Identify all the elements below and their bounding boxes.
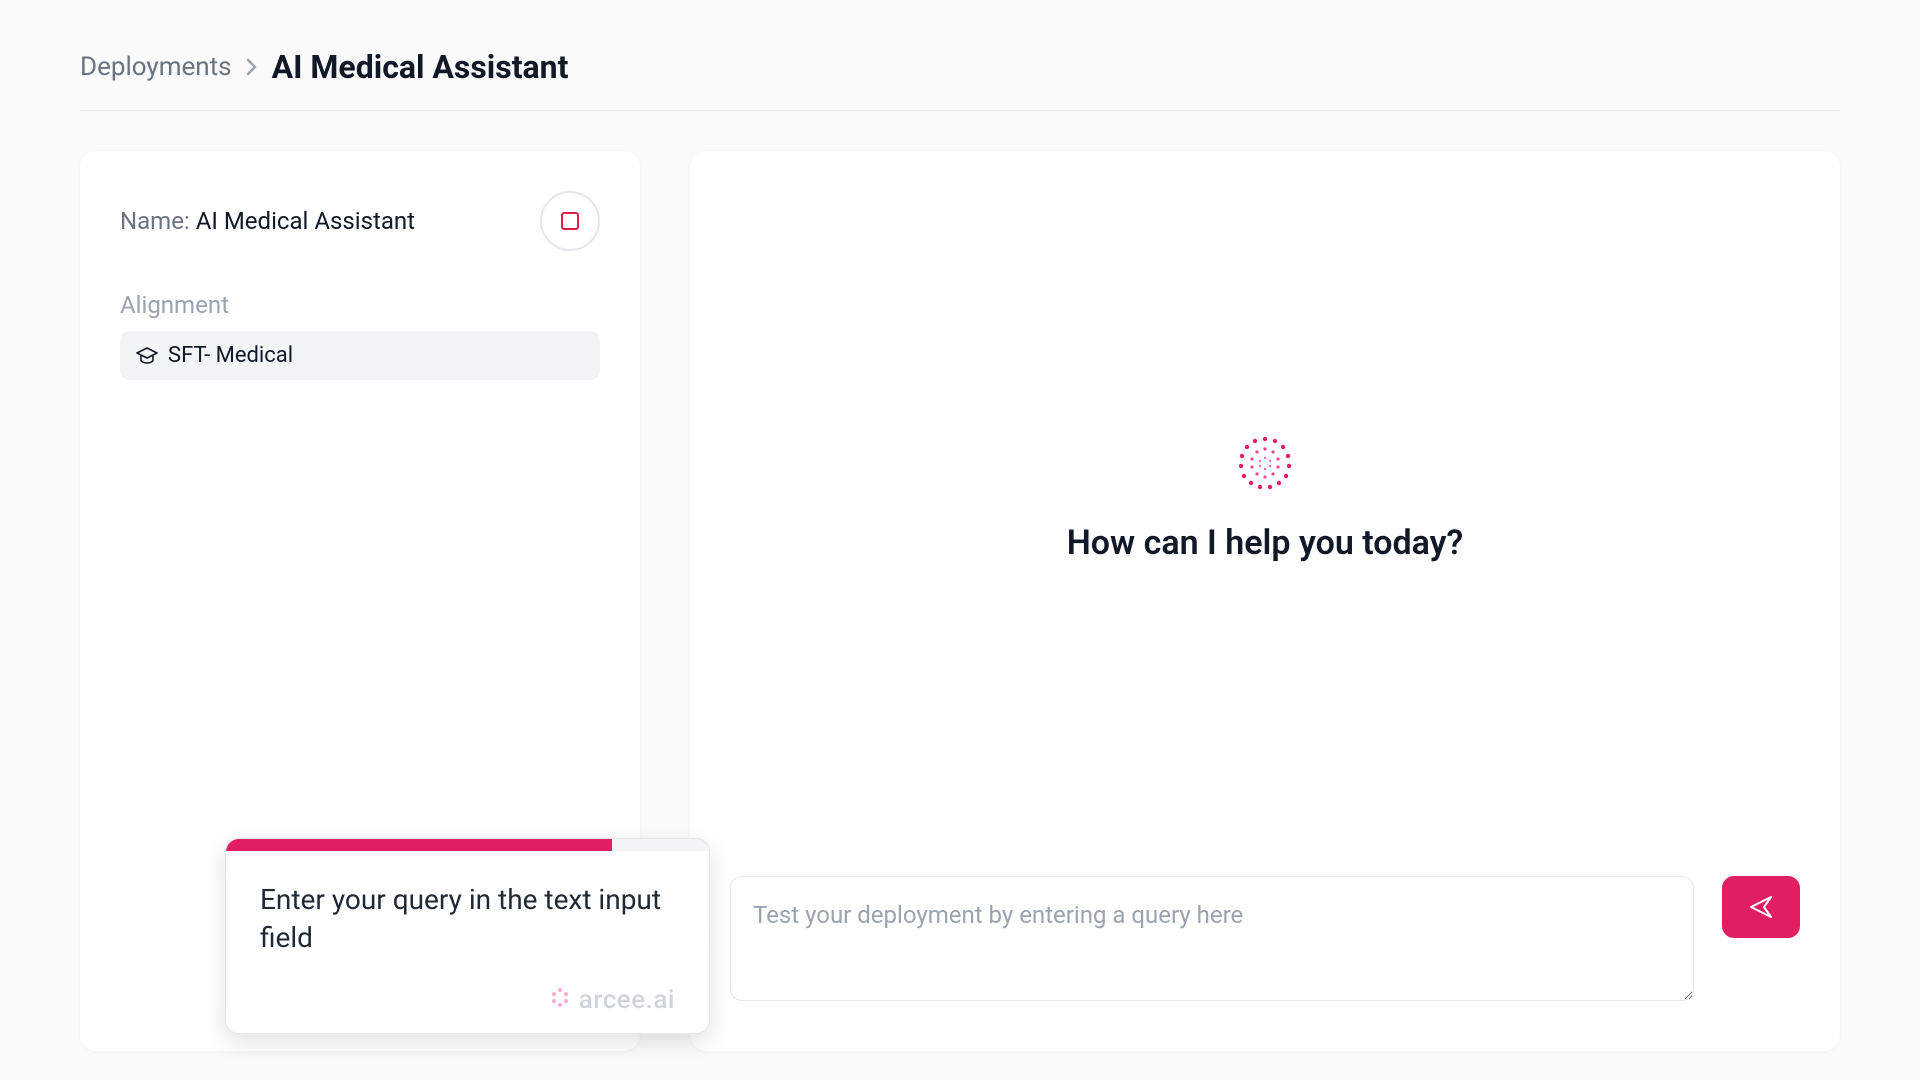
- chat-panel: How can I help you today?: [690, 151, 1840, 1051]
- chevron-right-icon: [246, 58, 258, 76]
- assistant-logo-icon: [1233, 431, 1297, 495]
- stop-icon: [561, 212, 579, 230]
- tooltip-arrow-icon: [707, 922, 710, 950]
- deployment-name-value: AI Medical Assistant: [196, 207, 415, 235]
- onboarding-tooltip: Enter your query in the text input field…: [225, 838, 710, 1034]
- stop-button[interactable]: [540, 191, 600, 251]
- tooltip-progress-fill: [226, 839, 612, 851]
- tooltip-message: Enter your query in the text input field: [260, 881, 675, 957]
- send-button[interactable]: [1722, 876, 1800, 938]
- brand-logo-icon: [549, 986, 571, 1013]
- tooltip-brand-text: arcee.ai: [579, 985, 675, 1015]
- query-input[interactable]: [730, 876, 1694, 1001]
- tooltip-brand: arcee.ai: [260, 985, 675, 1015]
- alignment-section-label: Alignment: [120, 291, 600, 319]
- send-icon: [1748, 894, 1774, 920]
- tooltip-progress-bar: [226, 839, 709, 851]
- breadcrumb-deployments-link[interactable]: Deployments: [80, 52, 232, 82]
- page-title: AI Medical Assistant: [272, 48, 569, 86]
- graduation-cap-icon: [136, 347, 158, 365]
- alignment-value: SFT- Medical: [168, 343, 293, 368]
- alignment-chip[interactable]: SFT- Medical: [120, 331, 600, 380]
- chat-greeting: How can I help you today?: [1067, 523, 1464, 563]
- deployment-name: Name: AI Medical Assistant: [120, 207, 415, 235]
- breadcrumb: Deployments AI Medical Assistant: [40, 0, 1880, 110]
- deployment-name-label: Name:: [120, 207, 196, 235]
